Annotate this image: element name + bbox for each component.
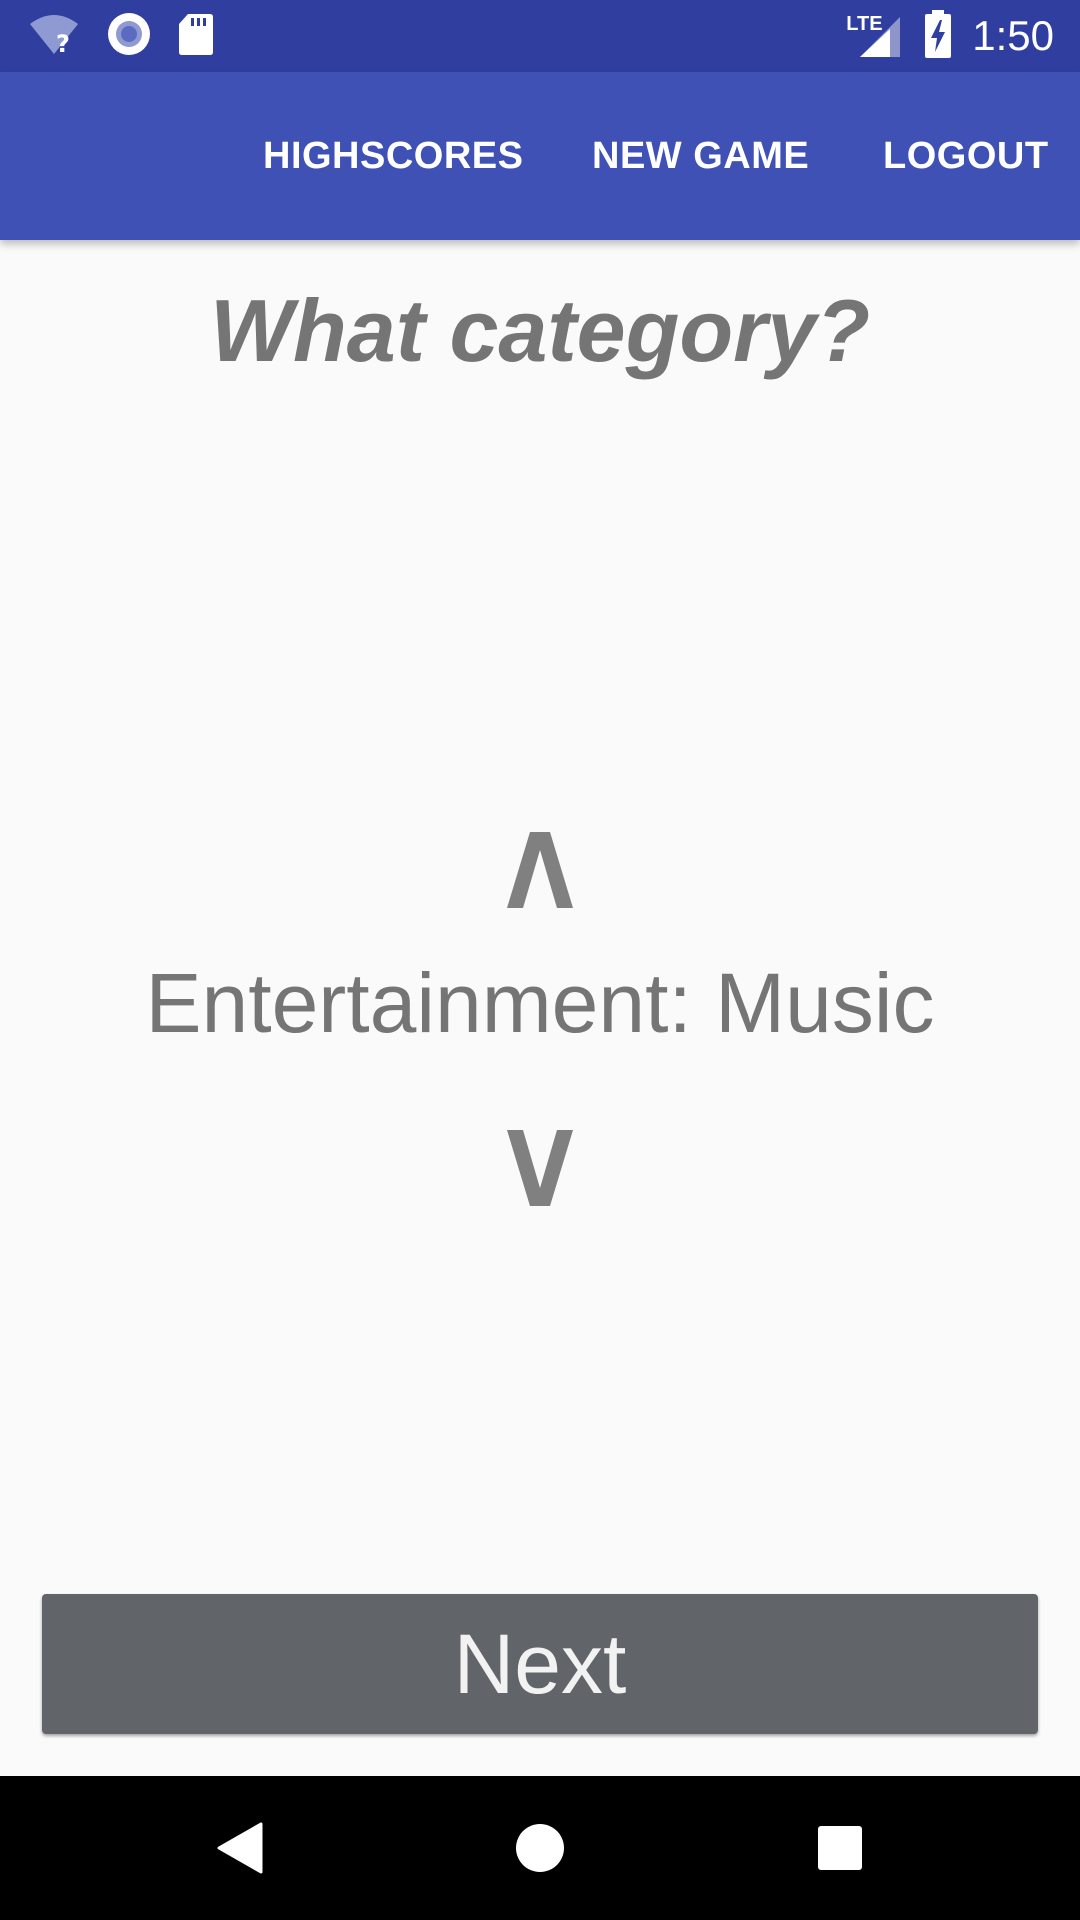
status-time: 1:50 bbox=[972, 12, 1054, 59]
selected-category: Entertainment: Music bbox=[145, 956, 935, 1050]
lte-label: LTE bbox=[846, 13, 883, 35]
status-left-icons: ? bbox=[28, 12, 214, 60]
logout-button[interactable]: LOGOUT bbox=[883, 72, 1049, 240]
status-bar: ? LTE 1:50 bbox=[0, 0, 1080, 72]
up-chevron-icon[interactable] bbox=[0, 830, 1080, 930]
lte-signal-icon: LTE bbox=[846, 13, 904, 59]
sync-circle-icon bbox=[106, 11, 152, 62]
wifi-unknown-icon: ? bbox=[28, 12, 80, 61]
status-right-icons: LTE 1:50 bbox=[846, 8, 1054, 64]
recents-icon[interactable] bbox=[800, 1776, 880, 1920]
highscores-button[interactable]: HIGHSCORES bbox=[263, 72, 523, 240]
question-title: What category? bbox=[209, 281, 871, 380]
home-icon[interactable] bbox=[500, 1776, 580, 1920]
new-game-button[interactable]: NEW GAME bbox=[592, 72, 809, 240]
battery-charging-icon bbox=[924, 9, 952, 63]
back-icon[interactable] bbox=[200, 1776, 280, 1920]
navigation-bar bbox=[0, 1776, 1080, 1920]
down-chevron-icon[interactable] bbox=[0, 1128, 1080, 1228]
next-button[interactable]: Next bbox=[42, 1594, 1038, 1734]
screen: ? LTE 1:50 HIGHSCORES NEW GAME LOGOUT Wh… bbox=[0, 0, 1080, 1920]
sd-card-icon bbox=[178, 12, 214, 61]
app-bar: HIGHSCORES NEW GAME LOGOUT bbox=[0, 72, 1080, 240]
svg-text:?: ? bbox=[56, 30, 70, 56]
